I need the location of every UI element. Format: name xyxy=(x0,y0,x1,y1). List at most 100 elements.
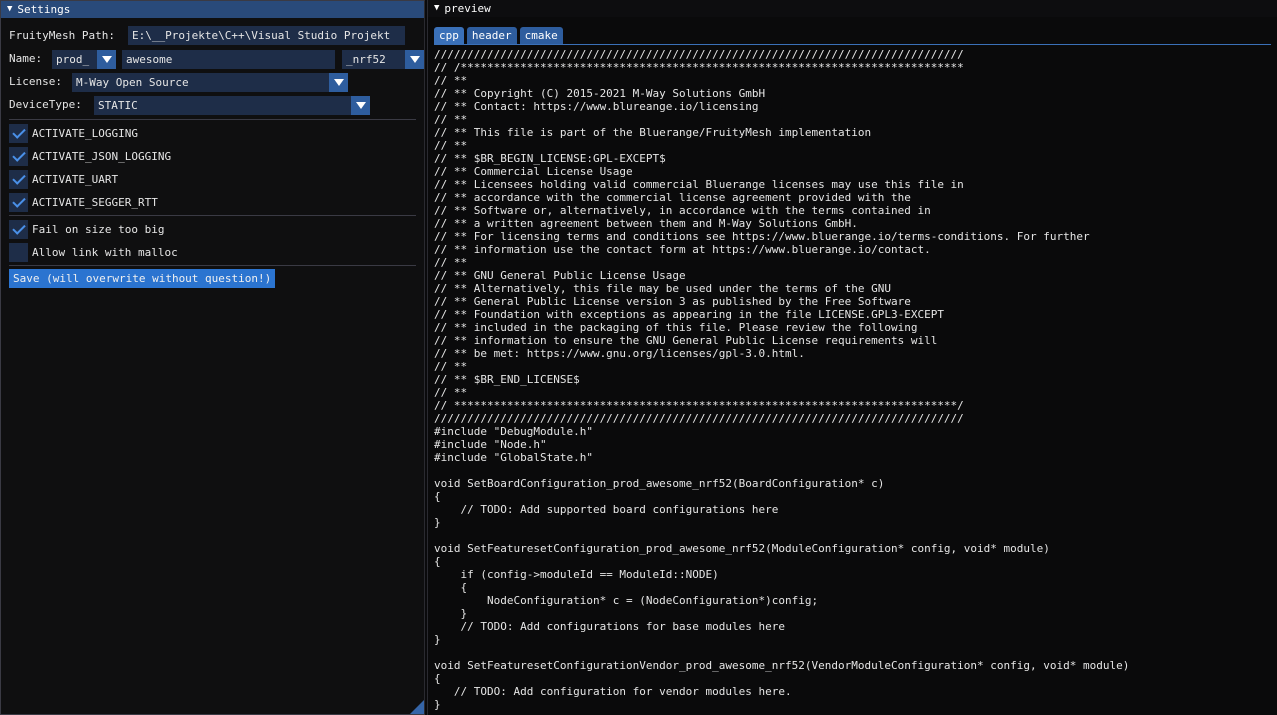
checkbox-label: ACTIVATE_JSON_LOGGING xyxy=(32,149,172,163)
checkbox-label: ACTIVATE_LOGGING xyxy=(32,126,138,140)
separator xyxy=(9,119,416,120)
license-combo[interactable]: M-Way Open Source xyxy=(72,73,348,92)
code-line: void SetFeaturesetConfiguration_prod_awe… xyxy=(434,542,1050,555)
checkbox-fail-on-size[interactable]: Fail on size too big xyxy=(9,219,164,239)
chevron-down-icon[interactable] xyxy=(97,50,116,69)
code-line: // ** xyxy=(434,256,468,269)
code-line: } xyxy=(434,698,441,711)
name-suffix-combo[interactable]: _nrf52 xyxy=(342,50,424,69)
checkbox-box[interactable] xyxy=(9,219,28,239)
checkmark-icon xyxy=(11,170,26,185)
code-line: if (config->moduleId == ModuleId::NODE) xyxy=(434,568,719,581)
checkmark-icon xyxy=(11,220,26,235)
code-line: // ** xyxy=(434,360,468,373)
checkbox-label: ACTIVATE_SEGGER_RTT xyxy=(32,195,158,209)
code-line: { xyxy=(434,490,441,503)
preview-window: ▼ preview cpp header cmake /////////////… xyxy=(427,0,1277,715)
path-row: FruityMesh Path: xyxy=(9,25,115,45)
save-button[interactable]: Save (will overwrite without question!) xyxy=(9,269,276,288)
code-line: #include "DebugModule.h" xyxy=(434,425,593,438)
checkbox-label: Fail on size too big xyxy=(32,222,165,236)
code-line: #include "GlobalState.h" xyxy=(434,451,593,464)
code-line: // ** Alternatively, this file may be us… xyxy=(434,282,891,295)
collapse-triangle-icon[interactable]: ▼ xyxy=(434,0,439,17)
license-value: M-Way Open Source xyxy=(76,76,189,89)
code-line: // ** xyxy=(434,386,468,399)
checkbox-label: Allow link with malloc xyxy=(32,245,178,259)
code-line: // ** be met: https://www.gnu.org/licens… xyxy=(434,347,805,360)
code-line: // ** Contact: https://www.blureange.io/… xyxy=(434,100,759,113)
chevron-down-icon[interactable] xyxy=(351,96,370,115)
code-line: } xyxy=(434,633,441,646)
checkbox-activate-logging[interactable]: ACTIVATE_LOGGING xyxy=(9,123,138,143)
path-label: FruityMesh Path: xyxy=(9,28,115,42)
code-line: // ** a written agreement between them a… xyxy=(434,217,858,230)
code-line: // ** xyxy=(434,74,468,87)
checkbox-box[interactable] xyxy=(9,169,28,189)
tab-cmake[interactable]: cmake xyxy=(519,27,563,44)
tab-underline xyxy=(434,44,1271,45)
code-line: // ** accordance with the commercial lic… xyxy=(434,191,911,204)
code-line: // ** xyxy=(434,139,468,152)
code-line: #include "Node.h" xyxy=(434,438,547,451)
code-line: NodeConfiguration* c = (NodeConfiguratio… xyxy=(434,594,819,607)
settings-title: Settings xyxy=(17,3,71,16)
separator xyxy=(9,265,416,266)
checkmark-icon xyxy=(11,124,26,139)
code-line: // /************************************… xyxy=(434,61,964,74)
collapse-triangle-icon[interactable]: ▼ xyxy=(7,1,12,18)
code-line: // ** Licensees holding valid commercial… xyxy=(434,178,964,191)
separator xyxy=(9,215,416,216)
checkbox-activate-segger-rtt[interactable]: ACTIVATE_SEGGER_RTT xyxy=(9,192,158,212)
resize-grip-icon[interactable] xyxy=(410,700,424,714)
chevron-down-icon[interactable] xyxy=(329,73,348,92)
code-line: // ** $BR_END_LICENSE$ xyxy=(434,373,580,386)
code-line: // ** GNU General Public License Usage xyxy=(434,269,686,282)
path-input[interactable]: E:\__Projekte\C++\Visual Studio Projekt xyxy=(128,26,405,45)
checkbox-box[interactable] xyxy=(9,123,28,143)
code-line: void SetBoardConfiguration_prod_awesome_… xyxy=(434,477,885,490)
preview-tab-bar: cpp header cmake xyxy=(434,27,563,44)
code-line: // *************************************… xyxy=(434,399,964,412)
chevron-down-icon[interactable] xyxy=(405,50,424,69)
code-line: // ** This file is part of the Bluerange… xyxy=(434,126,872,139)
code-line: void SetFeaturesetConfigurationVendor_pr… xyxy=(434,659,1130,672)
license-row: License: xyxy=(9,71,62,91)
checkbox-allow-malloc[interactable]: Allow link with malloc xyxy=(9,242,178,262)
name-prefix-combo[interactable]: prod_ xyxy=(52,50,116,69)
checkbox-activate-uart[interactable]: ACTIVATE_UART xyxy=(9,169,118,189)
preview-title: preview xyxy=(444,2,491,15)
code-line: // ** Foundation with exceptions as appe… xyxy=(434,308,944,321)
name-input[interactable]: awesome xyxy=(122,50,335,69)
device-type-value: STATIC xyxy=(98,99,138,112)
code-line: // ** $BR_BEGIN_LICENSE:GPL-EXCEPT$ xyxy=(434,152,666,165)
settings-titlebar[interactable]: ▼ Settings xyxy=(1,1,424,18)
code-line: // ** General Public License version 3 a… xyxy=(434,295,911,308)
code-line: // ** For licensing terms and conditions… xyxy=(434,230,1090,243)
checkbox-box[interactable] xyxy=(9,146,28,166)
preview-titlebar[interactable]: ▼ preview xyxy=(428,0,1277,17)
checkmark-icon xyxy=(11,147,26,162)
name-prefix-value: prod_ xyxy=(56,53,90,66)
code-line: // ** included in the packaging of this … xyxy=(434,321,918,334)
tab-header[interactable]: header xyxy=(466,27,517,44)
name-suffix-value: _nrf52 xyxy=(346,53,386,66)
tab-cpp[interactable]: cpp xyxy=(434,27,464,44)
code-line: // ** Software or, alternatively, in acc… xyxy=(434,204,931,217)
code-line: // ** information use the contact form a… xyxy=(434,243,931,256)
name-row: Name: xyxy=(9,48,42,68)
code-line: ////////////////////////////////////////… xyxy=(434,48,964,61)
code-line: // ** Copyright (C) 2015-2021 M-Way Solu… xyxy=(434,87,766,100)
code-line: // TODO: Add configuration for vendor mo… xyxy=(434,685,792,698)
checkbox-box[interactable] xyxy=(9,242,28,262)
code-line: // ** Commercial License Usage xyxy=(434,165,633,178)
code-preview: ////////////////////////////////////////… xyxy=(434,48,1271,715)
device-type-combo[interactable]: STATIC xyxy=(94,96,370,115)
code-line: } xyxy=(434,516,441,529)
code-line: { xyxy=(434,581,468,594)
checkbox-activate-json-logging[interactable]: ACTIVATE_JSON_LOGGING xyxy=(9,146,171,166)
code-line: ////////////////////////////////////////… xyxy=(434,412,964,425)
checkbox-box[interactable] xyxy=(9,192,28,212)
